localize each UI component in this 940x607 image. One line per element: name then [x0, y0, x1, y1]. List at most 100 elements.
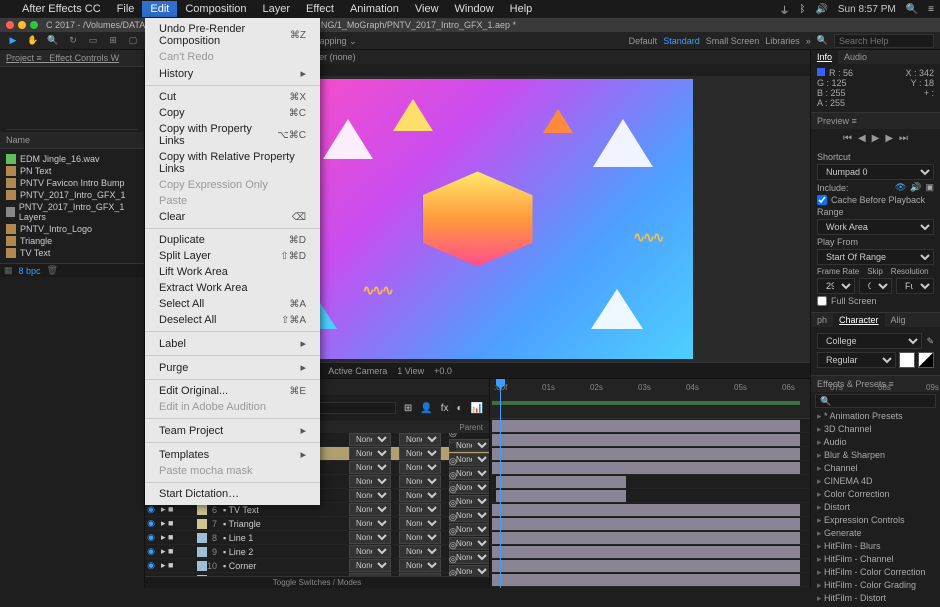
playhead[interactable]	[500, 379, 501, 588]
ep-category[interactable]: * Animation Presets	[815, 410, 936, 423]
menu-window[interactable]: Window	[447, 1, 502, 17]
layer-row[interactable]: ◉▸ ■8▪ Line 1NoneNone◎ None	[145, 531, 489, 545]
track[interactable]	[490, 531, 810, 545]
eyedropper-icon[interactable]: ✎	[926, 336, 934, 347]
bt-icon[interactable]: ᛒ	[799, 4, 805, 15]
track[interactable]	[490, 489, 810, 503]
edit-menu-item[interactable]: Copy⌘C	[145, 105, 320, 121]
para-tab[interactable]: ph	[811, 313, 833, 327]
camera-tool-icon[interactable]: ▭	[86, 34, 100, 48]
edit-menu-item[interactable]: Edit Original...⌘E	[145, 383, 320, 399]
audio-tab[interactable]: Audio	[838, 50, 873, 64]
track[interactable]	[490, 447, 810, 461]
menu-help[interactable]: Help	[502, 1, 541, 17]
ep-category[interactable]: Blur & Sharpen	[815, 449, 936, 462]
edit-menu-item[interactable]: Extract Work Area	[145, 280, 320, 296]
project-item[interactable]: PNTV_2017_Intro_GFX_1	[2, 189, 142, 201]
toggle-switches[interactable]: Toggle Switches / Modes	[145, 576, 489, 588]
project-item[interactable]: PNTV_2017_Intro_GFX_1 Layers	[2, 201, 142, 223]
vol-icon[interactable]: 🔊	[815, 4, 827, 15]
edit-menu-item[interactable]: Copy with Relative Property Links	[145, 149, 320, 177]
effect-controls-tab[interactable]: Effect Controls W	[49, 53, 119, 63]
overlay-icon[interactable]: ▣	[925, 182, 934, 193]
project-tab[interactable]: Project ≡ Effect Controls W	[0, 50, 144, 67]
layer-row[interactable]: ◉▸ ■7▪ TriangleNoneNone◎ None	[145, 517, 489, 531]
pan-behind-icon[interactable]: ⊞	[106, 34, 120, 48]
rotate-tool-icon[interactable]: ↻	[66, 34, 80, 48]
menu-layer[interactable]: Layer	[255, 1, 299, 17]
ep-category[interactable]: 3D Channel	[815, 423, 936, 436]
skip-dropdown[interactable]: 0	[859, 278, 892, 294]
trash-icon[interactable]: 🗑	[47, 265, 58, 276]
menu-file[interactable]: File	[109, 1, 143, 17]
edit-menu-item[interactable]: Cut⌘X	[145, 89, 320, 105]
menu-effect[interactable]: Effect	[298, 1, 342, 17]
search-help-input[interactable]	[834, 34, 934, 48]
views-dropdown[interactable]: 1 View	[397, 366, 424, 376]
ep-category[interactable]: Distort	[815, 501, 936, 514]
menu-app[interactable]: After Effects CC	[14, 1, 109, 17]
edit-menu-item[interactable]: Copy with Property Links⌥⌘C	[145, 121, 320, 149]
spotlight-icon[interactable]: 🔍	[906, 4, 918, 15]
cache-checkbox[interactable]	[817, 195, 827, 205]
clock[interactable]: Sun 8:57 PM	[838, 4, 896, 15]
layer-bounds-icon[interactable]: ⊞	[404, 403, 412, 414]
project-item[interactable]: PNTV Favicon Intro Bump	[2, 177, 142, 189]
playfrom-dropdown[interactable]: Start Of Range	[817, 249, 934, 265]
track[interactable]	[490, 573, 810, 587]
track[interactable]	[490, 503, 810, 517]
hand-tool-icon[interactable]: ✋	[26, 34, 40, 48]
shy-icon[interactable]: 👤	[420, 403, 432, 414]
parent-col[interactable]: Parent	[459, 423, 483, 432]
fr-dropdown[interactable]: 29.97	[817, 278, 855, 294]
range-dropdown[interactable]: Work Area	[817, 219, 934, 235]
res-dropdown[interactable]: Full	[896, 278, 934, 294]
fontstyle-dropdown[interactable]: Regular	[817, 352, 896, 368]
track[interactable]	[490, 517, 810, 531]
edit-menu-item[interactable]: Purge▸	[145, 359, 320, 376]
edit-menu-item[interactable]: Templates▸	[145, 446, 320, 463]
edit-menu-item[interactable]: Lift Work Area	[145, 264, 320, 280]
edit-menu-item[interactable]: Start Dictation…	[145, 486, 320, 502]
track[interactable]	[490, 433, 810, 447]
exposure[interactable]: +0.0	[434, 366, 452, 376]
track[interactable]	[490, 475, 810, 489]
first-frame-icon[interactable]: ⏮	[843, 133, 852, 144]
ep-category[interactable]: Color Correction	[815, 488, 936, 501]
edit-menu-item[interactable]: History▸	[145, 65, 320, 82]
ep-category[interactable]: Audio	[815, 436, 936, 449]
track[interactable]	[490, 419, 810, 433]
min-btn[interactable]	[18, 21, 26, 29]
edit-menu-item[interactable]: Deselect All⇧⌘A	[145, 312, 320, 328]
ep-category[interactable]: Channel	[815, 462, 936, 475]
project-item[interactable]: Triangle	[2, 235, 142, 247]
edit-menu-item[interactable]: Label▸	[145, 335, 320, 352]
stroke-swatch[interactable]	[918, 352, 934, 368]
ep-category[interactable]: CINEMA 4D	[815, 475, 936, 488]
ws-libraries[interactable]: Libraries	[765, 36, 800, 46]
ep-category[interactable]: Generate	[815, 527, 936, 540]
preview-tab[interactable]: Preview ≡	[811, 113, 940, 129]
eye-icon[interactable]: 👁	[895, 182, 906, 193]
shape-tool-icon[interactable]: ▢	[126, 34, 140, 48]
ep-category[interactable]: HitFilm - Color Correction	[815, 566, 936, 579]
edit-menu-item[interactable]: Undo Pre-Render Composition⌘Z	[145, 21, 320, 49]
ws-more-icon[interactable]: »	[806, 36, 811, 46]
prev-frame-icon[interactable]: ◀	[858, 133, 866, 144]
ep-search[interactable]	[815, 394, 936, 408]
camera-dropdown[interactable]: Active Camera	[328, 366, 387, 376]
ws-small[interactable]: Small Screen	[706, 36, 760, 46]
ep-category[interactable]: HitFilm - Distort	[815, 592, 936, 605]
edit-menu-item[interactable]: Duplicate⌘D	[145, 232, 320, 248]
layer-row[interactable]: ◉▸ ■9▪ Line 2NoneNone◎ None	[145, 545, 489, 559]
time-ruler[interactable]: :00f01s02s03s04s05s06s07s08s09s	[490, 379, 810, 395]
edit-menu-item[interactable]: Team Project▸	[145, 422, 320, 439]
bpc-button[interactable]: 8 bpc	[19, 266, 41, 276]
character-tab[interactable]: Character	[833, 313, 885, 327]
project-item[interactable]: EDM Jingle_16.wav	[2, 153, 142, 165]
ep-category[interactable]: HitFilm - Channel	[815, 553, 936, 566]
project-item[interactable]: PN Text	[2, 165, 142, 177]
font-dropdown[interactable]: College	[817, 333, 922, 349]
fullscreen-checkbox[interactable]	[817, 296, 827, 306]
edit-menu-item[interactable]: Clear⌫	[145, 209, 320, 225]
